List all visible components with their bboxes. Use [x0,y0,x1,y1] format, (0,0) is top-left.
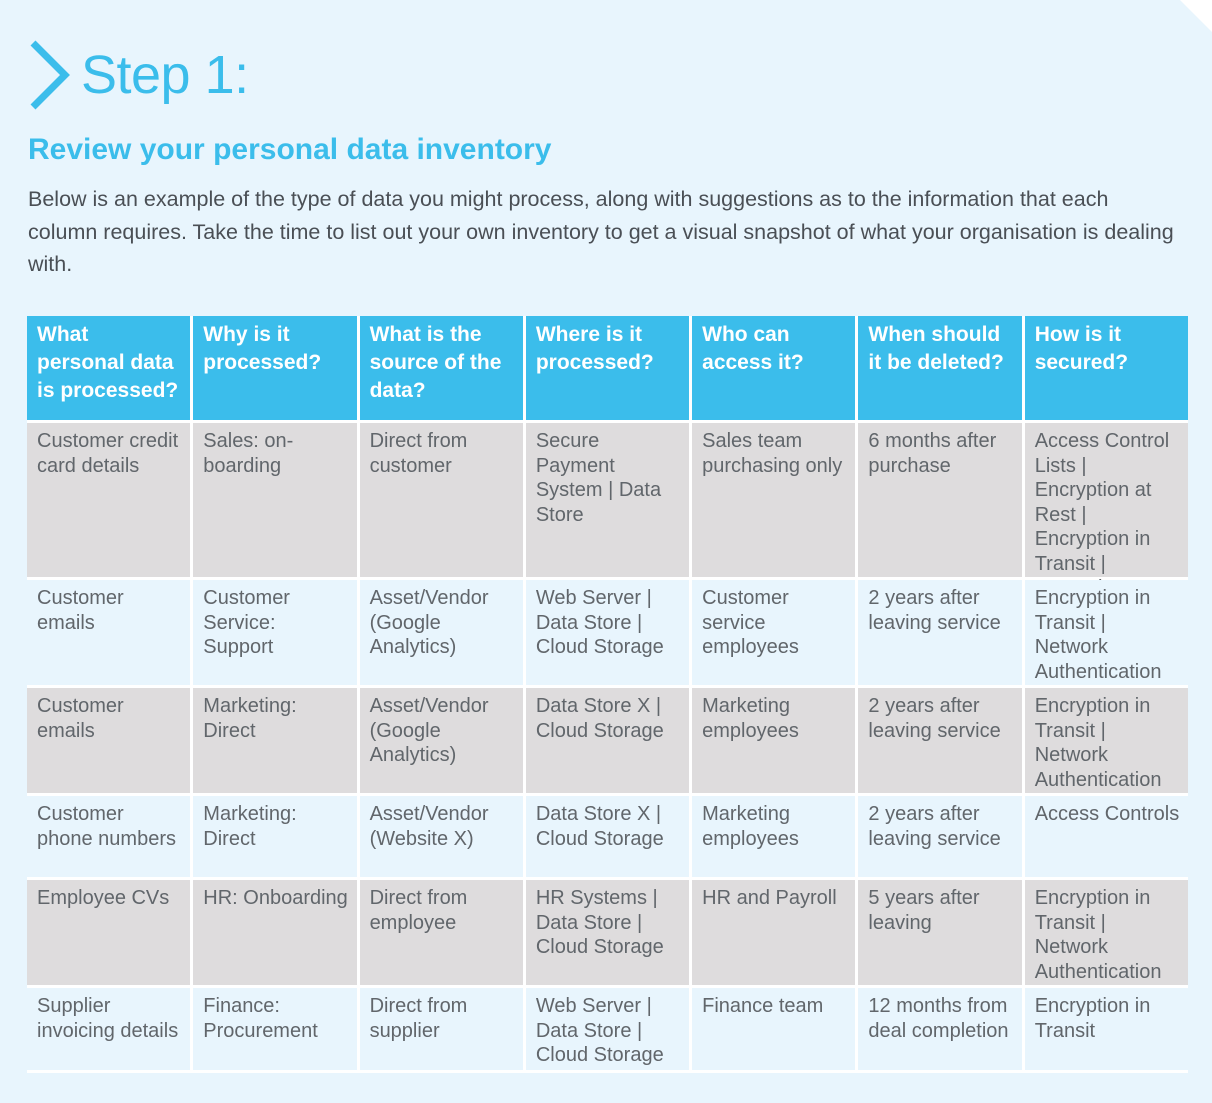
table-cell: Customer credit card details [27,423,191,577]
table-cell: 12 months from deal completion [858,988,1022,1070]
table-cell: Direct from customer [359,423,523,577]
column-header-who: Who can access it? [692,316,856,420]
table-cell: 6 months after purchase [858,423,1022,577]
table-cell: Data Store X | Cloud Storage [525,796,690,877]
table-cell: Sales: on-boarding [193,423,357,577]
table-cell: Customer service employees [692,580,856,685]
table-cell: Access Control Lists | Encryption at Res… [1024,423,1188,624]
table-cell: Marketing: Direct [193,688,357,793]
column-header-what: What personal data is processed? [27,316,191,420]
table-cell: Encryption in Transit | Network Authenti… [1024,880,1188,985]
column-header-when: When should it be deleted? [858,316,1022,420]
table-cell: Web Server | Data Store | Cloud Storage [525,988,690,1070]
table-cell: HR and Payroll [692,880,856,985]
table-cell: Data Store X | Cloud Storage [525,688,690,793]
table-cell: Marketing employees [692,688,856,793]
table-cell: Asset/Vendor (Google Analytics) [359,688,523,793]
table-cell: Access Controls [1024,796,1188,877]
table-cell: Sales team purchasing only [692,423,856,577]
table-cell: Supplier invoicing details [27,988,191,1070]
table-cell: 2 years after leaving service [858,796,1022,877]
data-inventory-table: What personal data is processed? Why is … [27,316,1188,1073]
table-cell: Asset/Vendor (Website X) [359,796,523,877]
chevron-right-icon [30,40,70,110]
table-cell: Encryption in Transit | Network Authenti… [1024,580,1188,685]
column-header-how: How is it secured? [1024,316,1188,420]
column-header-source: What is the source of the data? [359,316,523,420]
table-cell: Customer Service: Support [193,580,357,685]
table-cell: Web Server | Data Store | Cloud Storage [525,580,690,685]
table-cell: Customer phone numbers [27,796,191,877]
table-cell: Direct from supplier [359,988,523,1070]
step-heading: Step 1: [27,38,249,112]
table-cell: Employee CVs [27,880,191,985]
table-cell: 2 years after leaving service [858,688,1022,793]
table-cell: Marketing employees [692,796,856,877]
column-header-why: Why is it processed? [193,316,357,420]
table-cell: Secure Payment System | Data Store [525,423,690,577]
step-title: Step 1: [81,45,249,105]
table-cell: Finance team [692,988,856,1070]
table-cell: 2 years after leaving service [858,580,1022,685]
table-cell: Finance: Procurement [193,988,357,1070]
section-subtitle: Review your personal data inventory [28,133,552,166]
table-cell: HR Systems | Data Store | Cloud Storage [525,880,690,985]
intro-paragraph: Below is an example of the type of data … [28,187,1174,276]
table-cell: 5 years after leaving [858,880,1022,985]
table-cell: Encryption in Transit | Network Authenti… [1024,688,1188,793]
table-cell: Asset/Vendor (Google Analytics) [359,580,523,685]
table-cell: HR: Onboarding [193,880,357,985]
column-header-where: Where is it processed? [525,316,690,420]
table-cell: Marketing: Direct [193,796,357,877]
table-cell: Customer emails [27,580,191,685]
page-corner-fold [1180,0,1212,32]
table-cell: Direct from employee [359,880,523,985]
table-cell: Customer emails [27,688,191,793]
table-cell: Encryption in Transit [1024,988,1188,1070]
